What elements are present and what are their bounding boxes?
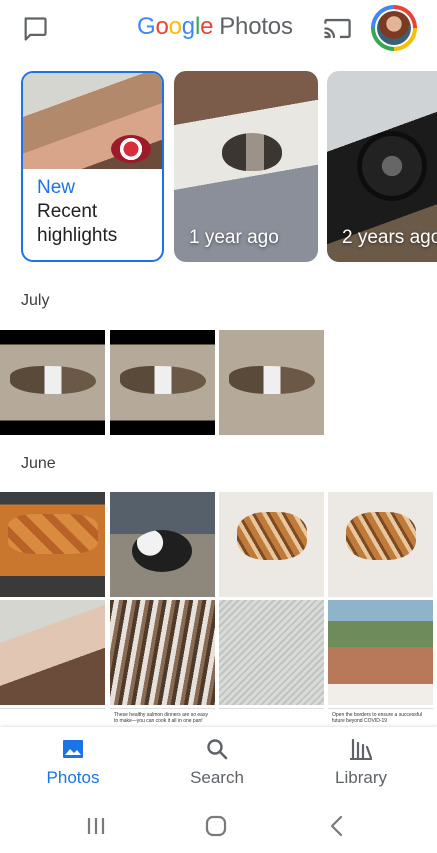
account-avatar[interactable] xyxy=(371,5,417,51)
section-header-july: July xyxy=(21,292,50,309)
recents-icon[interactable] xyxy=(85,815,107,837)
memory-title: Recent highlights xyxy=(37,201,118,246)
home-icon[interactable] xyxy=(204,814,228,838)
nav-tab-photos[interactable]: Photos xyxy=(13,727,133,800)
photo-thumbnail[interactable] xyxy=(328,492,433,597)
memory-thumbnail xyxy=(23,73,162,169)
library-icon xyxy=(350,738,373,760)
search-icon xyxy=(207,739,228,760)
top-app-bar: Google Photos xyxy=(0,0,437,58)
nav-tab-label: Library xyxy=(335,768,387,787)
photo-thumbnail[interactable] xyxy=(219,600,324,705)
article-caption: These healthy salmon dinners are so easy… xyxy=(114,712,208,724)
photo-thumbnail[interactable] xyxy=(219,330,324,435)
nav-tab-library[interactable]: Library xyxy=(301,727,421,800)
article-caption: Open the borders to ensure a successful … xyxy=(332,712,423,724)
photo-thumbnail[interactable] xyxy=(219,492,324,597)
photo-icon xyxy=(63,740,83,758)
photo-thumbnail[interactable] xyxy=(110,330,215,435)
photo-thumbnail[interactable] xyxy=(0,600,105,705)
nav-tab-search[interactable]: Search xyxy=(157,727,277,800)
memory-card-1-year-ago[interactable]: 1 year ago xyxy=(174,71,318,262)
photo-thumbnail[interactable] xyxy=(0,708,105,728)
nav-tab-label: Search xyxy=(190,768,244,787)
memory-new-badge: New xyxy=(37,177,76,198)
cast-icon[interactable] xyxy=(323,14,352,43)
bottom-navigation: Photos Search Library xyxy=(0,727,437,800)
avatar-photo xyxy=(377,11,411,45)
back-icon[interactable] xyxy=(327,814,347,838)
photo-thumbnail[interactable] xyxy=(0,492,105,597)
nav-tab-label: Photos xyxy=(46,768,100,787)
memory-card-recent-highlights[interactable]: New Recent highlights xyxy=(21,71,164,262)
section-header-june: June xyxy=(21,455,56,472)
photo-thumbnail[interactable] xyxy=(110,600,215,705)
memory-card-2-years-ago[interactable]: 2 years ago xyxy=(327,71,437,262)
google-photos-logo: Google Photos xyxy=(137,13,293,40)
photo-thumbnail[interactable] xyxy=(219,708,324,728)
photo-thumbnail[interactable]: These healthy salmon dinners are so easy… xyxy=(110,708,215,728)
memory-title: 1 year ago xyxy=(189,227,279,248)
photo-thumbnail[interactable] xyxy=(110,492,215,597)
system-navigation-bar xyxy=(0,800,437,853)
memory-title: 2 years ago xyxy=(342,227,437,248)
chat-bubble-icon[interactable] xyxy=(21,15,49,43)
photo-thumbnail[interactable] xyxy=(328,600,433,705)
photo-thumbnail[interactable]: Open the borders to ensure a successful … xyxy=(328,708,433,728)
photo-thumbnail[interactable] xyxy=(0,330,105,435)
